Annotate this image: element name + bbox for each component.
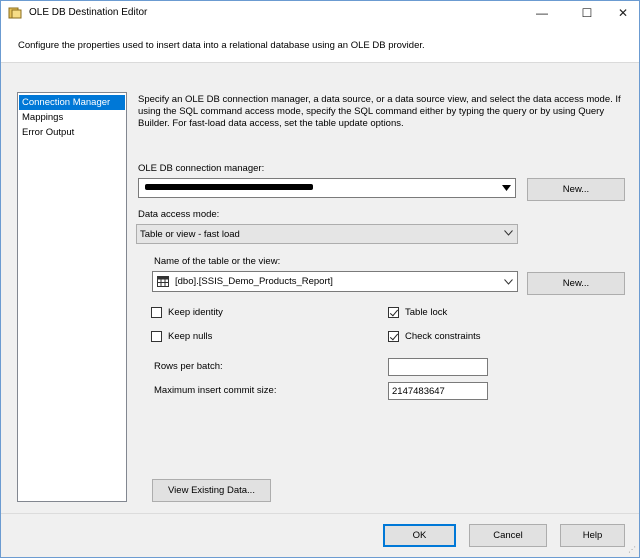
table-lock-checkbox[interactable] <box>388 307 399 318</box>
max-insert-commit-input[interactable]: 2147483647 <box>388 382 488 400</box>
keep-identity-checkbox[interactable] <box>151 307 162 318</box>
redacted-connection-name <box>145 184 313 190</box>
header-band: Configure the properties used to insert … <box>1 25 639 63</box>
keep-nulls-label: Keep nulls <box>168 331 213 342</box>
nav-item-connection-manager[interactable]: Connection Manager <box>19 95 125 110</box>
data-access-mode-value: Table or view - fast load <box>140 229 240 240</box>
chevron-down-icon <box>504 228 513 238</box>
window-title: OLE DB Destination Editor <box>29 7 148 18</box>
table-view-value: [dbo].[SSIS_Demo_Products_Report] <box>175 276 333 287</box>
connection-manager-label: OLE DB connection manager: <box>138 163 265 174</box>
rows-per-batch-input[interactable] <box>388 358 488 376</box>
table-view-label: Name of the table or the view: <box>154 256 281 267</box>
new-table-button[interactable]: New... <box>527 272 625 295</box>
nav-item-mappings[interactable]: Mappings <box>18 110 126 125</box>
page-description: Specify an OLE DB connection manager, a … <box>138 94 621 129</box>
data-access-mode-select[interactable]: Table or view - fast load <box>136 224 518 244</box>
keep-nulls-checkbox[interactable] <box>151 331 162 342</box>
table-view-combo[interactable]: [dbo].[SSIS_Demo_Products_Report] <box>152 271 518 292</box>
new-connection-button[interactable]: New... <box>527 178 625 201</box>
close-button[interactable]: ✕ <box>607 1 639 25</box>
resize-grip-icon[interactable]: ⋰ <box>628 545 636 554</box>
keep-identity-label: Keep identity <box>168 307 223 318</box>
connection-manager-combo[interactable] <box>138 178 516 198</box>
check-constraints-option[interactable]: Check constraints <box>388 331 481 342</box>
nav-item-error-output[interactable]: Error Output <box>18 125 126 140</box>
chevron-down-icon[interactable] <box>499 272 517 291</box>
ok-button[interactable]: OK <box>383 524 456 547</box>
maximize-button[interactable]: ☐ <box>571 1 603 25</box>
help-button[interactable]: Help <box>560 524 625 547</box>
max-insert-commit-value: 2147483647 <box>392 386 445 397</box>
check-constraints-label: Check constraints <box>405 331 481 342</box>
table-icon <box>157 276 169 290</box>
minimize-button[interactable]: — <box>526 1 558 25</box>
dialog-window: OLE DB Destination Editor — ☐ ✕ Configur… <box>0 0 640 558</box>
table-lock-option[interactable]: Table lock <box>388 307 447 318</box>
page-navigation-list[interactable]: Connection Manager Mappings Error Output <box>17 92 127 502</box>
keep-identity-option[interactable]: Keep identity <box>151 307 223 318</box>
table-lock-label: Table lock <box>405 307 448 318</box>
view-existing-data-button[interactable]: View Existing Data... <box>152 479 271 502</box>
cancel-button[interactable]: Cancel <box>469 524 547 547</box>
rows-per-batch-label: Rows per batch: <box>154 361 223 372</box>
ssis-app-icon <box>8 6 22 20</box>
chevron-down-icon[interactable] <box>497 179 515 197</box>
keep-nulls-option[interactable]: Keep nulls <box>151 331 212 342</box>
data-access-mode-label: Data access mode: <box>138 209 220 220</box>
max-insert-commit-label: Maximum insert commit size: <box>154 385 277 396</box>
header-description: Configure the properties used to insert … <box>18 40 425 51</box>
title-bar[interactable]: OLE DB Destination Editor — ☐ ✕ <box>1 1 639 25</box>
check-constraints-checkbox[interactable] <box>388 331 399 342</box>
